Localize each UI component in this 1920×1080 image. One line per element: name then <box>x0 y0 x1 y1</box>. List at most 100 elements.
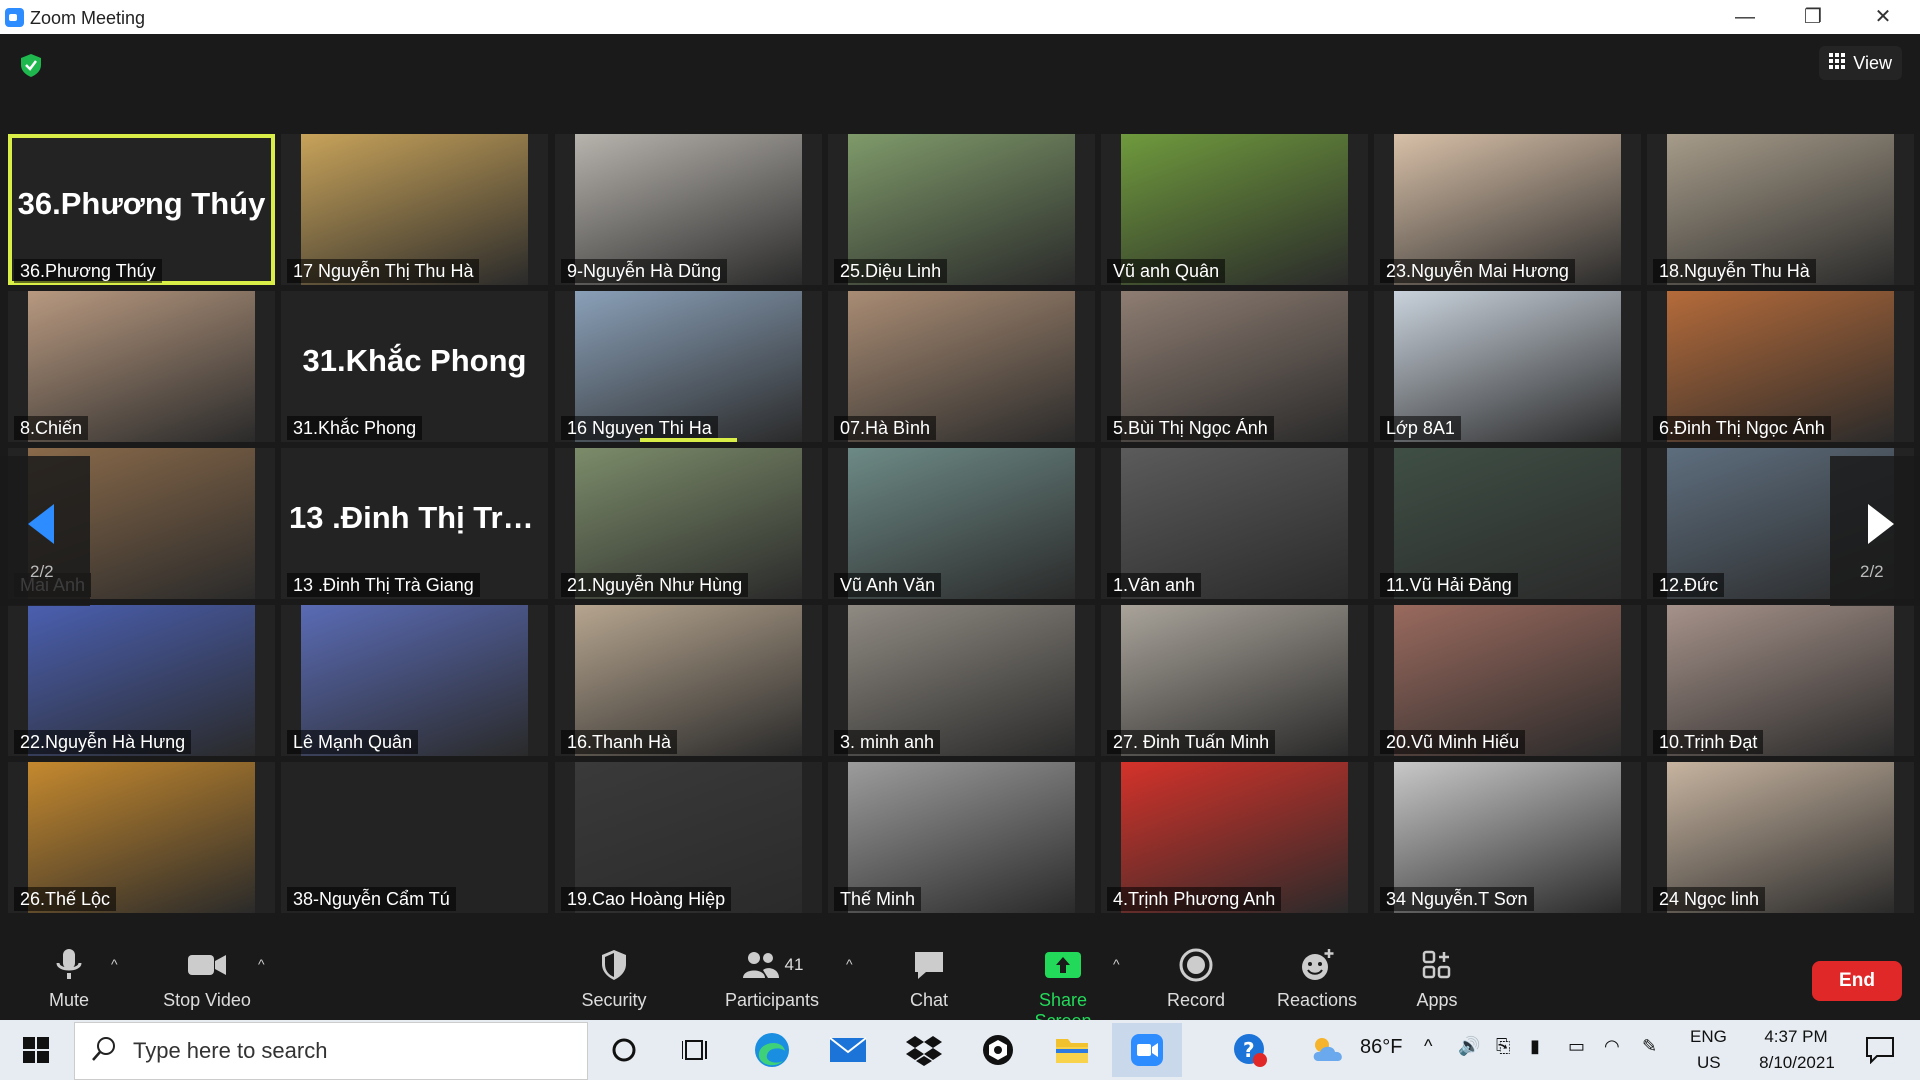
clock-date[interactable]: 8/10/2021 <box>1742 1053 1852 1073</box>
app-shield-icon[interactable] <box>978 1030 1018 1070</box>
participant-tile[interactable]: 6.Đinh Thị Ngọc Ánh <box>1647 291 1914 442</box>
participant-tile[interactable]: 36.Phương Thúy 36.Phương Thúy <box>8 134 275 285</box>
file-explorer-icon[interactable] <box>1052 1030 1092 1070</box>
participant-name-label: 22.Nguyễn Hà Hưng <box>14 730 192 754</box>
participant-tile[interactable]: 10.Trịnh Đạt <box>1647 605 1914 756</box>
participant-tile[interactable]: 3. minh anh <box>828 605 1095 756</box>
notification-center-icon[interactable] <box>1860 1030 1900 1070</box>
participant-tile[interactable]: 18.Nguyễn Thu Hà <box>1647 134 1914 285</box>
mail-icon[interactable] <box>828 1030 868 1070</box>
participant-tile[interactable]: 23.Nguyễn Mai Hương <box>1374 134 1641 285</box>
previous-page-control[interactable]: 2/2 <box>0 456 90 606</box>
participants-button[interactable]: 41 Participants <box>717 944 827 1011</box>
participant-tile[interactable]: 07.Hà Bình <box>828 291 1095 442</box>
wifi-icon[interactable]: ◠ <box>1604 1036 1620 1057</box>
participant-tile[interactable]: 1.Vân anh <box>1101 448 1368 599</box>
microphone-tray-icon[interactable]: ▮ <box>1530 1036 1540 1057</box>
audio-options-caret-icon[interactable]: ^ <box>111 956 118 972</box>
participant-tile[interactable]: 9-Nguyễn Hà Dũng <box>555 134 822 285</box>
participant-tile[interactable]: Vũ anh Quân <box>1101 134 1368 285</box>
next-page-control[interactable]: 2/2 <box>1830 456 1920 606</box>
reactions-button[interactable]: Reactions <box>1262 944 1372 1011</box>
participant-tile[interactable]: 27. Đinh Tuấn Minh <box>1101 605 1368 756</box>
participant-tile[interactable]: 4.Trịnh Phương Anh <box>1101 762 1368 913</box>
participant-tile[interactable]: Lê Mạnh Quân <box>281 605 548 756</box>
participant-tile[interactable]: 16 Nguyen Thi Ha <box>555 291 822 442</box>
participant-tile[interactable]: 5.Bùi Thị Ngọc Ánh <box>1101 291 1368 442</box>
participant-tile[interactable]: 20.Vũ Minh Hiếu <box>1374 605 1641 756</box>
participant-display-name: 31.Khắc Phong <box>302 343 527 378</box>
participant-tile[interactable]: Vũ Anh Văn <box>828 448 1095 599</box>
participant-tile[interactable]: 11.Vũ Hải Đăng <box>1374 448 1641 599</box>
right-arrow-icon <box>1868 504 1894 544</box>
participant-tile[interactable]: 24 Ngọc linh <box>1647 762 1914 913</box>
share-screen-button[interactable]: Share Screen <box>1008 944 1118 1032</box>
participant-tile[interactable]: Thế Minh <box>828 762 1095 913</box>
stop-video-button[interactable]: Stop Video <box>152 944 262 1011</box>
clock-time[interactable]: 4:37 PM <box>1756 1027 1836 1047</box>
participant-name-label: Lê Mạnh Quân <box>287 730 419 754</box>
participant-tile[interactable]: 16.Thanh Hà <box>555 605 822 756</box>
participant-display-name: 13 .Đinh Thị Trà... <box>289 500 546 535</box>
security-shield-icon <box>559 944 669 986</box>
encryption-shield-icon[interactable] <box>18 52 44 78</box>
search-placeholder: Type here to search <box>133 1038 328 1063</box>
participant-name-label: 4.Trịnh Phương Anh <box>1107 887 1282 911</box>
participant-name-label: 1.Vân anh <box>1107 573 1202 597</box>
share-screen-icon <box>1008 944 1118 986</box>
close-button[interactable]: ✕ <box>1853 0 1913 34</box>
participant-tile[interactable]: 31.Khắc Phong 31.Khắc Phong <box>281 291 548 442</box>
cortana-circle-icon[interactable] <box>604 1030 644 1070</box>
participant-name-label: 21.Nguyễn Như Hùng <box>561 573 749 597</box>
zoom-logo-icon <box>5 8 24 27</box>
participant-tile[interactable]: 26.Thế Lộc <box>8 762 275 913</box>
security-button[interactable]: Security <box>559 944 669 1011</box>
video-options-caret-icon[interactable]: ^ <box>258 956 265 972</box>
windows-start-icon[interactable] <box>16 1030 56 1070</box>
participants-options-caret-icon[interactable]: ^ <box>846 956 853 972</box>
edge-browser-icon[interactable] <box>752 1030 792 1070</box>
participants-label: Participants <box>724 990 820 1010</box>
participant-tile[interactable]: 22.Nguyễn Hà Hưng <box>8 605 275 756</box>
participant-name-label: 25.Diệu Linh <box>834 259 948 283</box>
dropbox-icon[interactable] <box>904 1030 944 1070</box>
view-button[interactable]: View <box>1819 46 1902 80</box>
record-label: Record <box>1166 990 1226 1010</box>
participant-tile[interactable]: Lớp 8A1 <box>1374 291 1641 442</box>
chat-button[interactable]: Chat <box>874 944 984 1011</box>
restore-button[interactable]: ❐ <box>1783 0 1843 34</box>
participant-name-label: 9-Nguyễn Hà Dũng <box>561 259 728 283</box>
weather-temperature[interactable]: 86°F <box>1360 1036 1402 1059</box>
input-language[interactable]: ENG <box>1690 1027 1727 1047</box>
task-view-icon[interactable] <box>676 1030 716 1070</box>
participant-tile[interactable]: 38-Nguyễn Cẩm Tú <box>281 762 548 913</box>
pen-icon[interactable]: ✎ <box>1642 1036 1657 1057</box>
input-region[interactable]: US <box>1697 1053 1721 1073</box>
participant-tile[interactable]: 13 .Đinh Thị Trà... 13 .Đinh Thị Trà Gian… <box>281 448 548 599</box>
zoom-taskbar-icon[interactable] <box>1112 1023 1182 1077</box>
page-indicator-right: 2/2 <box>1860 562 1884 581</box>
security-label: Security <box>581 990 647 1010</box>
share-options-caret-icon[interactable]: ^ <box>1113 956 1120 972</box>
help-notification-icon[interactable]: ? <box>1230 1030 1270 1070</box>
device-icon[interactable]: ⎘ <box>1496 1036 1510 1057</box>
volume-icon[interactable]: 🔊 <box>1458 1036 1480 1057</box>
participant-name-label: 13 .Đinh Thị Trà Giang <box>287 573 480 597</box>
participant-tile[interactable]: 25.Diệu Linh <box>828 134 1095 285</box>
taskbar-search-box[interactable]: Type here to search <box>74 1022 588 1080</box>
show-hidden-icons-caret-icon[interactable]: ^ <box>1424 1036 1432 1057</box>
participant-tile[interactable]: 8.Chiến <box>8 291 275 442</box>
participant-name-label: 17 Nguyễn Thị Thu Hà <box>287 259 480 283</box>
mute-button[interactable]: Mute <box>14 944 124 1011</box>
apps-button[interactable]: Apps <box>1382 944 1492 1011</box>
apps-label: Apps <box>1416 990 1458 1010</box>
record-button[interactable]: Record <box>1141 944 1251 1011</box>
minimize-button[interactable]: — <box>1715 0 1775 34</box>
battery-icon[interactable]: ▭ <box>1568 1036 1585 1057</box>
end-meeting-button[interactable]: End <box>1812 961 1902 1001</box>
participant-tile[interactable]: 19.Cao Hoàng Hiệp <box>555 762 822 913</box>
participant-tile[interactable]: 21.Nguyễn Như Hùng <box>555 448 822 599</box>
participant-tile[interactable]: 34 Nguyễn.T Sơn <box>1374 762 1641 913</box>
participant-name-label: 10.Trịnh Đạt <box>1653 730 1764 754</box>
participant-tile[interactable]: 17 Nguyễn Thị Thu Hà <box>281 134 548 285</box>
